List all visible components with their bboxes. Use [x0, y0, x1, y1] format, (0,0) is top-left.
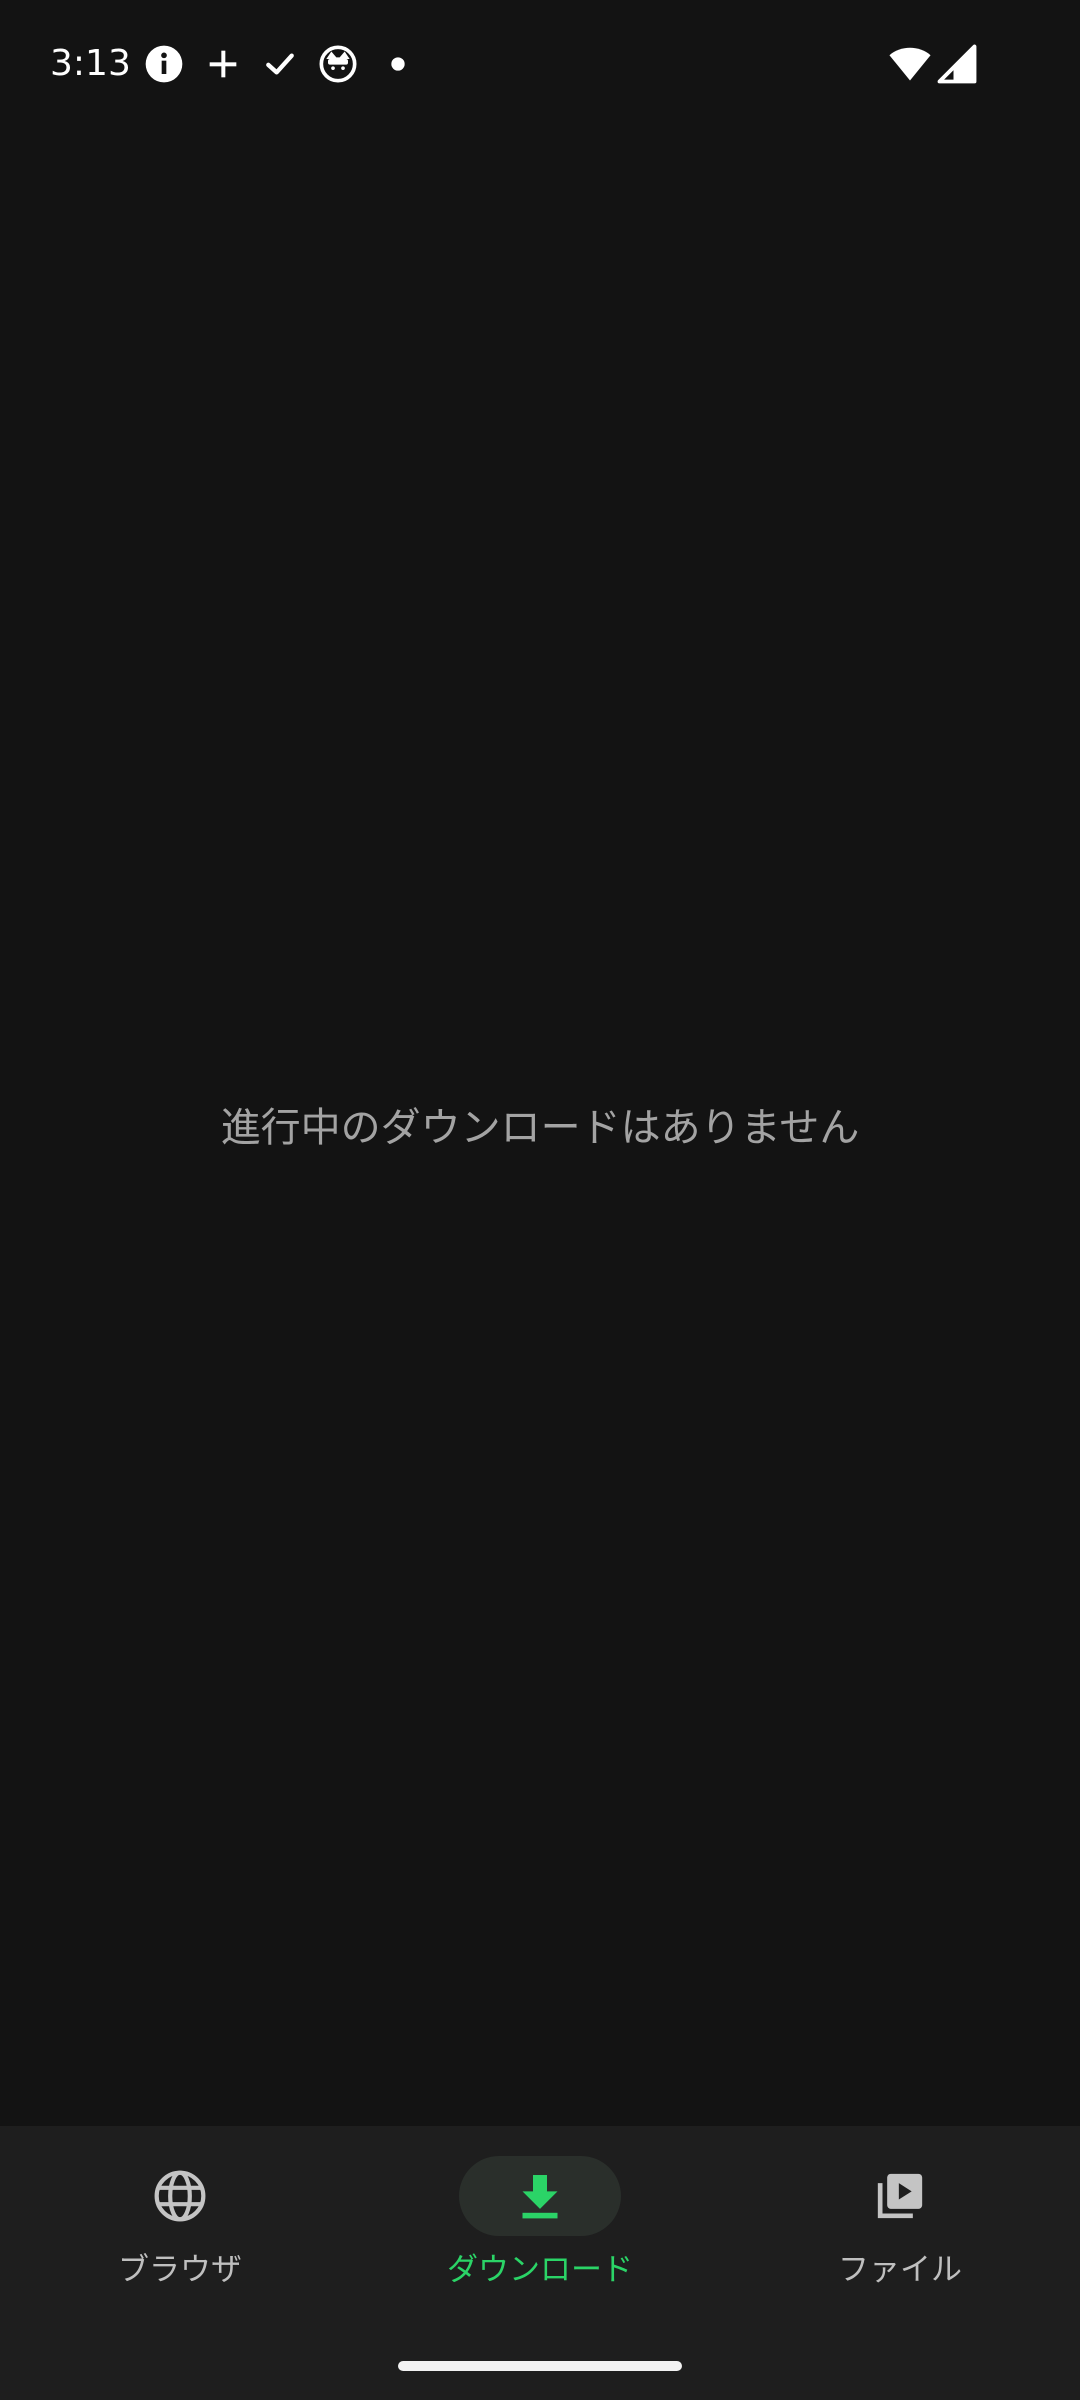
- bottom-navigation: ブラウザ ダウンロード ファイル: [0, 2126, 1080, 2400]
- cat-face-icon: [318, 44, 358, 84]
- nav-label-downloads: ダウンロード: [447, 2252, 633, 2288]
- status-time: 3:13: [50, 43, 131, 84]
- signal-icon: [936, 43, 978, 85]
- gesture-navigation-bar[interactable]: [398, 2361, 682, 2371]
- wifi-icon: [888, 42, 932, 86]
- empty-downloads-message: 進行中のダウンロードはありません: [220, 1105, 860, 1151]
- check-icon: [260, 44, 300, 84]
- video-library-icon: [872, 2168, 928, 2224]
- nav-label-browser: ブラウザ: [118, 2252, 242, 2288]
- nav-label-files: ファイル: [838, 2252, 962, 2288]
- app-screen: 3:13 進行中のダウンロードはありません ブラウザ ダウンロード ファイル: [0, 0, 1080, 2400]
- status-bar: 3:13: [0, 0, 1080, 128]
- nav-item-browser[interactable]: ブラウザ: [0, 2126, 360, 2326]
- info-icon: [144, 44, 184, 84]
- nav-item-files[interactable]: ファイル: [720, 2126, 1080, 2326]
- plus-icon: [203, 44, 243, 84]
- nav-item-downloads[interactable]: ダウンロード: [360, 2126, 720, 2326]
- dot-icon: [378, 44, 418, 84]
- download-icon: [512, 2168, 568, 2224]
- globe-icon: [152, 2168, 208, 2224]
